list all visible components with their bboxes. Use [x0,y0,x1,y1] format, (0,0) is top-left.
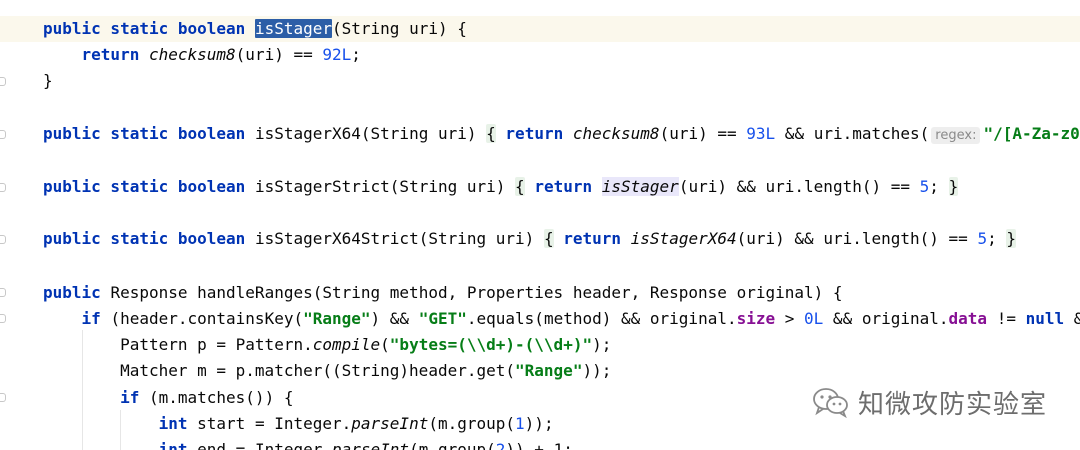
code-line[interactable]: Pattern p = Pattern.compile("bytes=(\\d+… [0,332,611,358]
keyword: int [158,414,188,433]
keyword: public static boolean [43,229,246,248]
code-line[interactable]: public static boolean isStagerX64Strict(… [0,226,1017,252]
method-call: parseInt [332,440,410,450]
code-line[interactable]: public static boolean isStagerX64(String… [0,121,1080,147]
watermark: 知微攻防实验室 [812,384,1047,420]
code-editor[interactable]: public static boolean isStager(String ur… [0,0,1080,450]
code-text: (uri) == [659,124,747,143]
keyword: int [158,440,188,450]
string-literal: "GET" [418,309,467,328]
method-call: checksum8 [148,45,236,64]
code-text: isStagerX64(String uri) [254,124,477,143]
highlighted-usage[interactable]: isStager [601,177,679,196]
keyword: public static boolean [43,124,246,143]
code-text: && original. [823,309,949,328]
code-text: (String uri) { [332,19,467,38]
number-literal: 92L [322,45,352,64]
keyword: return [534,177,593,196]
code-line[interactable]: if (m.matches()) { [0,385,293,411]
code-text: Response handleRanges(String method, Pro… [110,283,843,302]
code-text: } [43,71,53,90]
code-text: (uri) && uri.length() == [736,229,978,248]
number-literal: 5 [977,229,988,248]
number-literal: 0L [804,309,824,328]
code-text: ) && [370,309,419,328]
keyword: public [43,283,101,302]
number-literal: 2 [495,440,506,450]
folded-brace[interactable]: } [1006,229,1017,248]
code-line[interactable]: public Response handleRanges(String meth… [0,280,843,306]
code-text: ; [351,45,361,64]
number-literal: 1 [515,414,525,433]
string-literal: "Range" [303,309,371,328]
selected-identifier[interactable]: isStager [254,19,332,38]
method-call: checksum8 [572,124,660,143]
code-text: (uri) == [235,45,323,64]
field-reference: data [948,309,988,328]
code-text: isStagerStrict(String uri) [254,177,506,196]
code-line[interactable]: Matcher m = p.matcher((String)header.get… [0,358,611,384]
keyword: return [81,45,140,64]
code-text: )); [524,414,554,433]
code-text: ; [987,229,997,248]
folded-brace[interactable]: } [948,177,959,196]
folded-brace[interactable]: { [543,229,554,248]
keyword: null [1025,309,1065,328]
field-reference: size [736,309,776,328]
watermark-text: 知微攻防实验室 [858,389,1048,420]
code-text: )) + 1; [505,440,573,450]
code-text: != [987,309,1026,328]
keyword: if [81,309,101,328]
keyword: public static boolean [43,19,246,38]
number-literal: 5 [919,177,930,196]
code-text: start = Integer. [197,414,352,433]
parameter-hint: regex: [931,127,981,144]
code-line[interactable]: int end = Integer.parseInt(m.group(2)) +… [0,437,573,450]
code-text: && uri.matches( [775,124,930,143]
code-line[interactable]: int start = Integer.parseInt(m.group(1))… [0,411,554,437]
keyword: return [505,124,564,143]
code-text: isStagerX64Strict(String uri) [254,229,535,248]
string-literal: "Range" [515,361,583,380]
code-text: .equals(method) && original. [466,309,737,328]
code-text: (m.matches()) { [148,388,294,407]
code-text: Pattern p = Pattern. [120,335,313,354]
keyword: public static boolean [43,177,246,196]
code-line[interactable]: if (header.containsKey("Range") && "GET"… [0,306,1080,332]
method-call: isStagerX64 [630,229,737,248]
code-text: ( [380,335,390,354]
folded-brace[interactable]: { [486,124,496,143]
code-text: && [1064,309,1080,328]
code-line[interactable]: return checksum8(uri) == 92L; [0,42,361,68]
keyword: if [120,388,140,407]
code-text: ; [929,177,939,196]
string-literal: "/[A-Za-z0- [983,124,1080,143]
code-text: Matcher m = p.matcher((String)header.get… [120,361,516,380]
number-literal: 93L [746,124,776,143]
string-literal: "bytes=(\\d+)-(\\d+)" [389,335,593,354]
code-text: end = Integer. [197,440,332,450]
code-line[interactable]: public static boolean isStager(String ur… [0,16,1080,42]
code-text: (m.group( [428,414,516,433]
code-text: (header.containsKey( [110,309,304,328]
code-text: ); [592,335,612,354]
code-line[interactable]: public static boolean isStagerStrict(Str… [0,174,959,200]
method-call: compile [312,335,381,354]
keyword: return [563,229,622,248]
folded-brace[interactable]: { [515,177,525,196]
method-call: parseInt [351,414,429,433]
code-line[interactable]: } [0,68,53,94]
code-text: (m.group( [409,440,496,450]
wechat-icon [813,388,848,418]
code-text: (uri) && uri.length() == [678,177,920,196]
code-text: > [775,309,805,328]
code-text: )); [582,361,612,380]
